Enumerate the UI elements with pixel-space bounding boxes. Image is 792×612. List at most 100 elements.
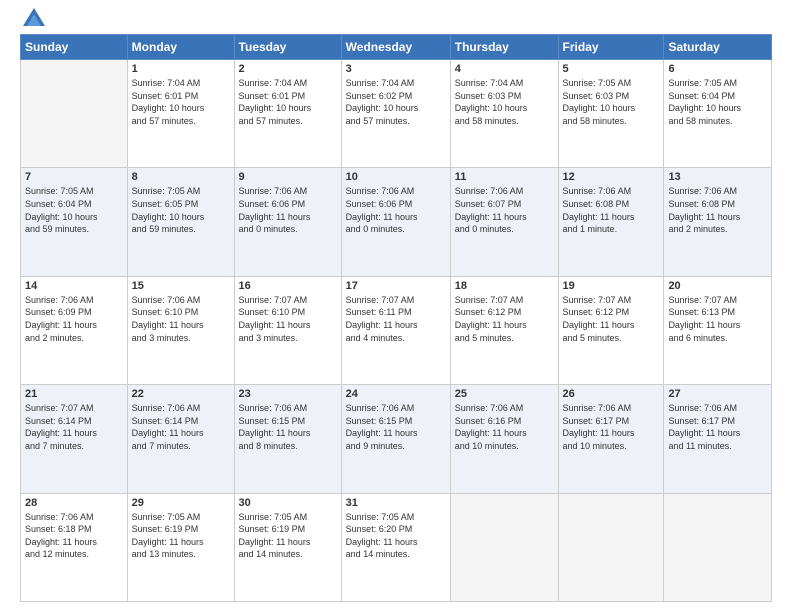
day-number: 3	[346, 63, 446, 75]
calendar-cell: 20 Sunrise: 7:07 AM Sunset: 6:13 PM Dayli…	[664, 276, 772, 384]
calendar-body: 1 Sunrise: 7:04 AM Sunset: 6:01 PM Daylig…	[21, 60, 772, 602]
calendar-cell: 25 Sunrise: 7:06 AM Sunset: 6:16 PM Dayli…	[450, 385, 558, 493]
day-number: 25	[455, 388, 554, 400]
day-info: Sunrise: 7:07 AM Sunset: 6:13 PM Dayligh…	[668, 294, 767, 344]
calendar-week-3: 14Sunrise: 7:06 AM Sunset: 6:09 PM Dayli…	[21, 276, 772, 384]
calendar-week-5: 28 Sunrise: 7:06 AM Sunset: 6:18 PM Dayli…	[21, 493, 772, 601]
day-info: Sunrise: 7:04 AM Sunset: 6:01 PM Dayligh…	[132, 77, 230, 127]
calendar-cell: 4 Sunrise: 7:04 AM Sunset: 6:03 PM Daylig…	[450, 60, 558, 168]
calendar-cell: 3Sunrise: 7:04 AM Sunset: 6:02 PM Daylig…	[341, 60, 450, 168]
weekday-tuesday: Tuesday	[234, 35, 341, 60]
day-info: Sunrise: 7:06 AM Sunset: 6:16 PM Dayligh…	[455, 402, 554, 452]
day-info: Sunrise: 7:05 AM Sunset: 6:05 PM Dayligh…	[132, 185, 230, 235]
calendar-cell: 2 Sunrise: 7:04 AM Sunset: 6:01 PM Daylig…	[234, 60, 341, 168]
calendar-cell: 28 Sunrise: 7:06 AM Sunset: 6:18 PM Dayli…	[21, 493, 128, 601]
page: SundayMondayTuesdayWednesdayThursdayFrid…	[0, 0, 792, 612]
calendar-week-2: 7 Sunrise: 7:05 AM Sunset: 6:04 PM Daylig…	[21, 168, 772, 276]
weekday-sunday: Sunday	[21, 35, 128, 60]
calendar-week-1: 1 Sunrise: 7:04 AM Sunset: 6:01 PM Daylig…	[21, 60, 772, 168]
calendar-cell: 30 Sunrise: 7:05 AM Sunset: 6:19 PM Dayli…	[234, 493, 341, 601]
day-number: 5	[563, 63, 660, 75]
calendar-cell	[450, 493, 558, 601]
day-number: 26	[563, 388, 660, 400]
calendar-cell: 6Sunrise: 7:05 AM Sunset: 6:04 PM Daylig…	[664, 60, 772, 168]
day-info: Sunrise: 7:06 AM Sunset: 6:10 PM Dayligh…	[132, 294, 230, 344]
day-info: Sunrise: 7:05 AM Sunset: 6:20 PM Dayligh…	[346, 511, 446, 561]
day-info: Sunrise: 7:06 AM Sunset: 6:17 PM Dayligh…	[563, 402, 660, 452]
day-info: Sunrise: 7:06 AM Sunset: 6:07 PM Dayligh…	[455, 185, 554, 235]
day-info: Sunrise: 7:07 AM Sunset: 6:12 PM Dayligh…	[455, 294, 554, 344]
calendar-cell	[664, 493, 772, 601]
calendar-cell: 27 Sunrise: 7:06 AM Sunset: 6:17 PM Dayli…	[664, 385, 772, 493]
day-number: 12	[563, 171, 660, 183]
day-info: Sunrise: 7:04 AM Sunset: 6:03 PM Dayligh…	[455, 77, 554, 127]
calendar-cell: 10 Sunrise: 7:06 AM Sunset: 6:06 PM Dayli…	[341, 168, 450, 276]
calendar-cell: 21 Sunrise: 7:07 AM Sunset: 6:14 PM Dayli…	[21, 385, 128, 493]
calendar-cell	[558, 493, 664, 601]
day-info: Sunrise: 7:06 AM Sunset: 6:06 PM Dayligh…	[346, 185, 446, 235]
day-number: 21	[25, 388, 123, 400]
calendar-cell: 19Sunrise: 7:07 AM Sunset: 6:12 PM Dayli…	[558, 276, 664, 384]
calendar-cell: 23Sunrise: 7:06 AM Sunset: 6:15 PM Dayli…	[234, 385, 341, 493]
day-number: 28	[25, 497, 123, 509]
day-info: Sunrise: 7:06 AM Sunset: 6:08 PM Dayligh…	[563, 185, 660, 235]
calendar-cell: 13Sunrise: 7:06 AM Sunset: 6:08 PM Dayli…	[664, 168, 772, 276]
logo	[20, 16, 45, 26]
day-info: Sunrise: 7:06 AM Sunset: 6:15 PM Dayligh…	[346, 402, 446, 452]
weekday-monday: Monday	[127, 35, 234, 60]
day-number: 20	[668, 280, 767, 292]
calendar-cell: 5 Sunrise: 7:05 AM Sunset: 6:03 PM Daylig…	[558, 60, 664, 168]
day-info: Sunrise: 7:06 AM Sunset: 6:08 PM Dayligh…	[668, 185, 767, 235]
day-info: Sunrise: 7:06 AM Sunset: 6:17 PM Dayligh…	[668, 402, 767, 452]
day-number: 16	[239, 280, 337, 292]
day-number: 14	[25, 280, 123, 292]
calendar-cell: 26 Sunrise: 7:06 AM Sunset: 6:17 PM Dayli…	[558, 385, 664, 493]
calendar-cell: 24 Sunrise: 7:06 AM Sunset: 6:15 PM Dayli…	[341, 385, 450, 493]
day-number: 30	[239, 497, 337, 509]
calendar-cell: 12 Sunrise: 7:06 AM Sunset: 6:08 PM Dayli…	[558, 168, 664, 276]
day-info: Sunrise: 7:05 AM Sunset: 6:19 PM Dayligh…	[239, 511, 337, 561]
calendar-cell: 1 Sunrise: 7:04 AM Sunset: 6:01 PM Daylig…	[127, 60, 234, 168]
logo-icon	[23, 8, 45, 26]
day-info: Sunrise: 7:05 AM Sunset: 6:19 PM Dayligh…	[132, 511, 230, 561]
day-info: Sunrise: 7:06 AM Sunset: 6:18 PM Dayligh…	[25, 511, 123, 561]
day-info: Sunrise: 7:06 AM Sunset: 6:06 PM Dayligh…	[239, 185, 337, 235]
day-number: 29	[132, 497, 230, 509]
day-info: Sunrise: 7:06 AM Sunset: 6:14 PM Dayligh…	[132, 402, 230, 452]
day-number: 11	[455, 171, 554, 183]
calendar-cell: 17Sunrise: 7:07 AM Sunset: 6:11 PM Dayli…	[341, 276, 450, 384]
weekday-friday: Friday	[558, 35, 664, 60]
day-number: 9	[239, 171, 337, 183]
day-number: 23	[239, 388, 337, 400]
day-number: 27	[668, 388, 767, 400]
day-number: 15	[132, 280, 230, 292]
day-number: 7	[25, 171, 123, 183]
weekday-saturday: Saturday	[664, 35, 772, 60]
calendar-week-4: 21 Sunrise: 7:07 AM Sunset: 6:14 PM Dayli…	[21, 385, 772, 493]
day-number: 1	[132, 63, 230, 75]
calendar-cell: 11 Sunrise: 7:06 AM Sunset: 6:07 PM Dayli…	[450, 168, 558, 276]
calendar-table: SundayMondayTuesdayWednesdayThursdayFrid…	[20, 34, 772, 602]
calendar-cell: 14Sunrise: 7:06 AM Sunset: 6:09 PM Dayli…	[21, 276, 128, 384]
header	[20, 16, 772, 26]
day-number: 4	[455, 63, 554, 75]
day-info: Sunrise: 7:07 AM Sunset: 6:14 PM Dayligh…	[25, 402, 123, 452]
day-number: 24	[346, 388, 446, 400]
calendar-cell: 22 Sunrise: 7:06 AM Sunset: 6:14 PM Dayli…	[127, 385, 234, 493]
calendar-cell: 31 Sunrise: 7:05 AM Sunset: 6:20 PM Dayli…	[341, 493, 450, 601]
calendar-cell: 16Sunrise: 7:07 AM Sunset: 6:10 PM Dayli…	[234, 276, 341, 384]
calendar-header: SundayMondayTuesdayWednesdayThursdayFrid…	[21, 35, 772, 60]
day-info: Sunrise: 7:05 AM Sunset: 6:04 PM Dayligh…	[668, 77, 767, 127]
calendar-cell	[21, 60, 128, 168]
day-info: Sunrise: 7:05 AM Sunset: 6:04 PM Dayligh…	[25, 185, 123, 235]
day-number: 31	[346, 497, 446, 509]
weekday-header-row: SundayMondayTuesdayWednesdayThursdayFrid…	[21, 35, 772, 60]
day-number: 10	[346, 171, 446, 183]
day-info: Sunrise: 7:04 AM Sunset: 6:01 PM Dayligh…	[239, 77, 337, 127]
day-number: 22	[132, 388, 230, 400]
day-info: Sunrise: 7:07 AM Sunset: 6:12 PM Dayligh…	[563, 294, 660, 344]
day-info: Sunrise: 7:05 AM Sunset: 6:03 PM Dayligh…	[563, 77, 660, 127]
day-number: 8	[132, 171, 230, 183]
day-number: 2	[239, 63, 337, 75]
day-info: Sunrise: 7:07 AM Sunset: 6:11 PM Dayligh…	[346, 294, 446, 344]
